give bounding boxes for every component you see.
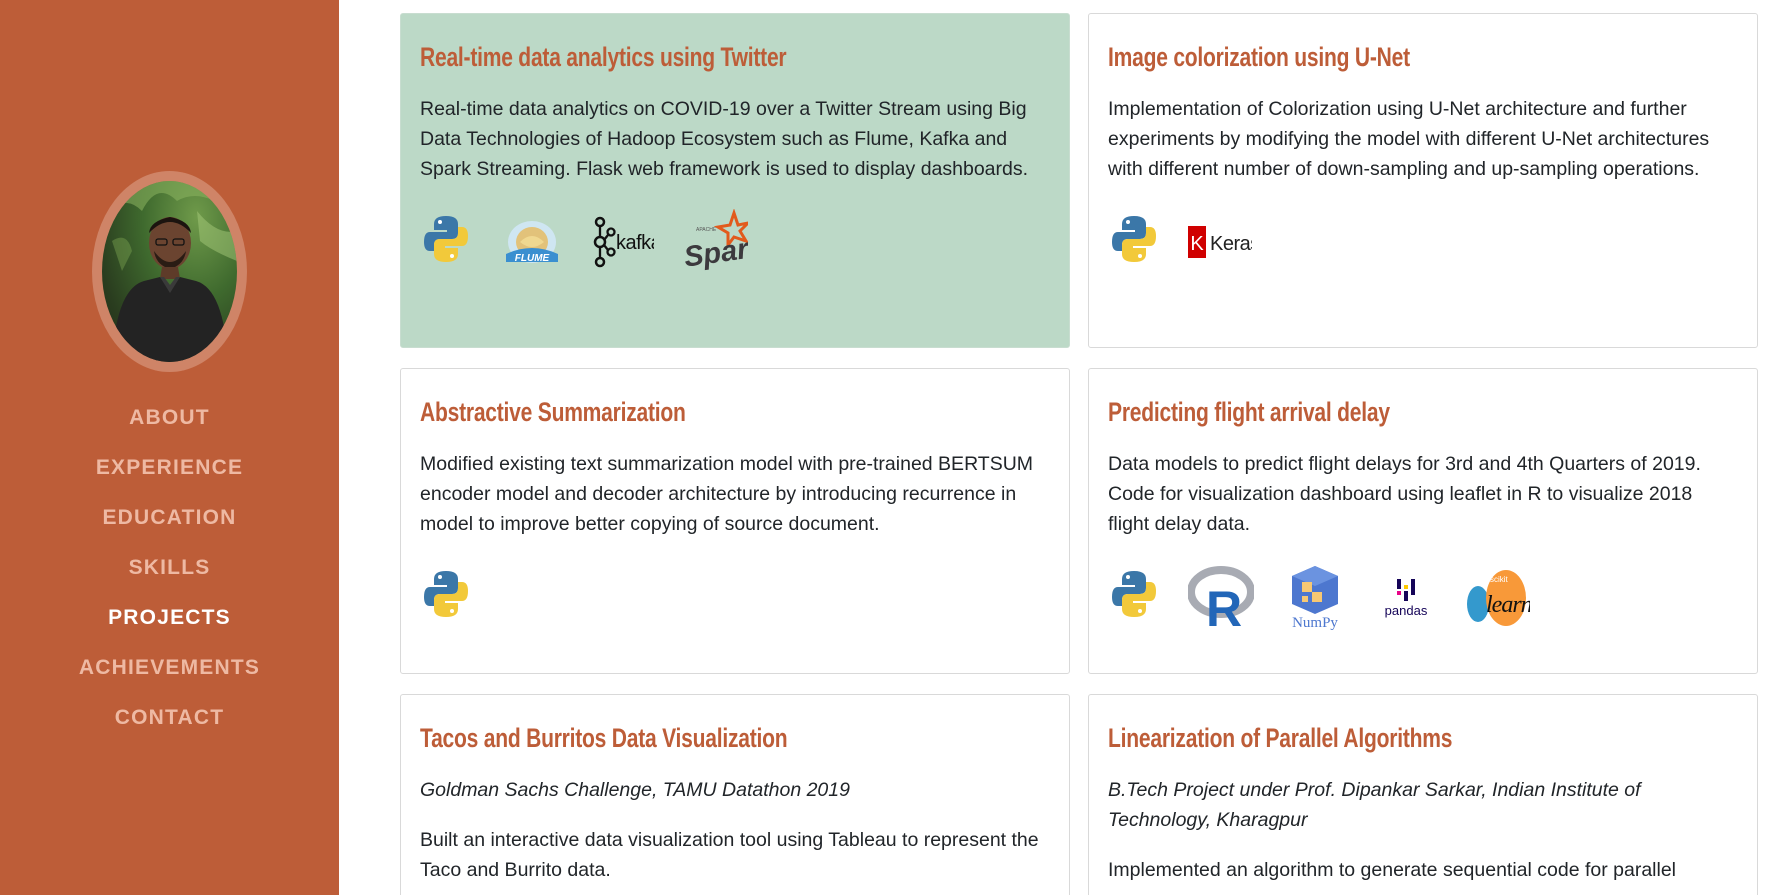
project-subtitle: Goldman Sachs Challenge, TAMU Datathon 2… xyxy=(420,779,850,801)
nav-item-contact: Contact xyxy=(0,693,339,743)
profile-photo xyxy=(102,181,237,362)
project-subtitle: B.Tech Project under Prof. Dipankar Sark… xyxy=(1108,779,1641,831)
pandas-logo-icon: pandas xyxy=(1376,561,1436,633)
nav-item-achievements: Achievements xyxy=(0,643,339,693)
r-logo-icon: R xyxy=(1188,561,1254,633)
tech-stack xyxy=(420,561,1050,633)
project-description: Implemented an algorithm to generate seq… xyxy=(1108,859,1677,881)
project-title: Predicting flight arrival delay xyxy=(1108,397,1390,427)
python-logo-icon xyxy=(1108,206,1160,278)
svg-text:learn: learn xyxy=(1486,592,1530,618)
svg-text:Keras: Keras xyxy=(1210,233,1252,255)
kafka-logo-icon: kafka xyxy=(592,206,654,278)
keras-logo-icon: K Keras xyxy=(1188,206,1252,278)
numpy-logo-icon: NumPy xyxy=(1282,561,1348,633)
projects-section: Real-time data analytics using Twitter R… xyxy=(339,0,1772,895)
project-description: Modified existing text summarization mod… xyxy=(420,453,1034,535)
project-description: Real-time data analytics on COVID-19 ove… xyxy=(420,98,1029,180)
nav-item-education: Education xyxy=(0,493,339,543)
nav-link-experience[interactable]: Experience xyxy=(96,456,243,480)
sklearn-logo-icon: scikit learn xyxy=(1464,561,1530,633)
svg-text:APACHE: APACHE xyxy=(696,227,717,233)
project-card-image-colorization[interactable]: Image colorization using U-Net Implement… xyxy=(1088,13,1758,348)
tech-stack: K Keras xyxy=(1108,206,1738,278)
sidebar: About Experience Education Skills Projec… xyxy=(0,0,339,895)
nav-item-about: About xyxy=(0,393,339,443)
nav-menu: About Experience Education Skills Projec… xyxy=(0,393,339,743)
project-title: Real-time data analytics using Twitter xyxy=(420,42,787,72)
python-logo-icon xyxy=(1108,561,1160,633)
project-card-abstractive-summarization[interactable]: Abstractive Summarization Modified exist… xyxy=(400,368,1070,674)
project-description: Implementation of Colorization using U-N… xyxy=(1108,98,1710,180)
project-description: Built an interactive data visualization … xyxy=(420,829,1039,881)
project-title: Image colorization using U-Net xyxy=(1108,42,1410,72)
project-card-twitter-analytics[interactable]: Real-time data analytics using Twitter R… xyxy=(400,13,1070,348)
svg-text:NumPy: NumPy xyxy=(1292,615,1338,630)
svg-text:pandas: pandas xyxy=(1385,603,1428,618)
svg-text:scikit: scikit xyxy=(1490,575,1509,584)
python-logo-icon xyxy=(420,561,472,633)
nav-link-education[interactable]: Education xyxy=(102,506,236,530)
nav-link-skills[interactable]: Skills xyxy=(129,556,211,580)
nav-item-skills: Skills xyxy=(0,543,339,593)
nav-link-projects[interactable]: Projects xyxy=(108,606,231,630)
python-logo-icon xyxy=(420,206,472,278)
svg-text:FLUME: FLUME xyxy=(515,253,550,264)
project-title: Tacos and Burritos Data Visualization xyxy=(420,723,788,753)
svg-text:kafka: kafka xyxy=(616,232,654,254)
project-title: Abstractive Summarization xyxy=(420,397,686,427)
spark-logo-icon: APACHE Spark xyxy=(682,206,748,278)
nav-link-achievements[interactable]: Achievements xyxy=(79,656,260,680)
nav-item-projects: Projects xyxy=(0,593,339,643)
project-title: Linearization of Parallel Algorithms xyxy=(1108,723,1453,753)
profile-avatar-frame xyxy=(92,171,247,372)
project-card-parallel-algorithms[interactable]: Linearization of Parallel Algorithms B.T… xyxy=(1088,694,1758,895)
svg-text:K: K xyxy=(1190,233,1204,255)
nav-link-about[interactable]: About xyxy=(129,406,210,430)
svg-text:R: R xyxy=(1206,581,1242,630)
nav-link-contact[interactable]: Contact xyxy=(115,706,225,730)
project-card-tacos-burritos[interactable]: Tacos and Burritos Data Visualization Go… xyxy=(400,694,1070,895)
project-description: Data models to predict flight delays for… xyxy=(1108,453,1701,535)
profile-avatar xyxy=(102,181,237,362)
tech-stack: FLUME kafka APACHE Spark xyxy=(420,206,1050,278)
nav-item-experience: Experience xyxy=(0,443,339,493)
flume-logo-icon: FLUME xyxy=(500,206,564,278)
project-card-flight-delay[interactable]: Predicting flight arrival delay Data mod… xyxy=(1088,368,1758,674)
svg-text:Spark: Spark xyxy=(682,231,748,274)
tech-stack: R NumPy pandas scikit learn xyxy=(1108,561,1738,633)
